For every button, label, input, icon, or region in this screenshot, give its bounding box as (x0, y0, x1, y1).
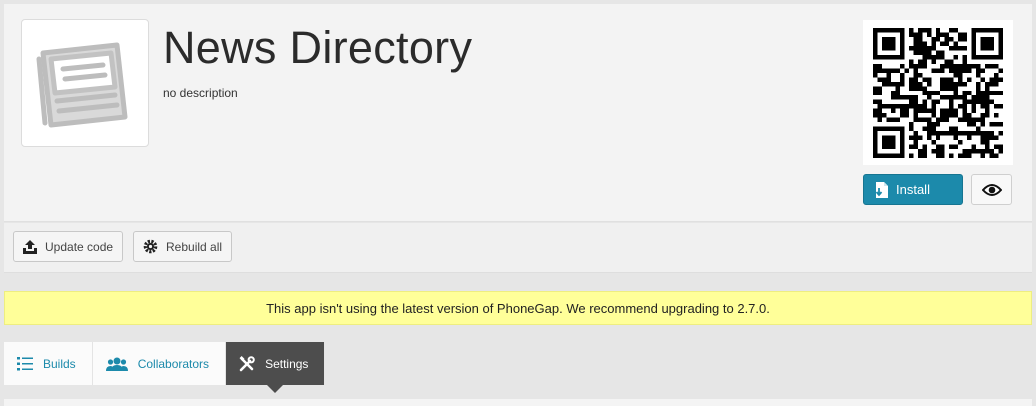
app-description: no description (163, 86, 238, 100)
update-code-label: Update code (45, 239, 114, 254)
users-icon (105, 357, 128, 371)
tab-bar: Builds Collaborators Settings (4, 342, 326, 393)
rebuild-all-button[interactable]: Rebuild all (133, 231, 233, 262)
update-code-button[interactable]: Update code (13, 231, 124, 262)
gear-icon (142, 238, 159, 255)
action-bar: Update code Rebuild all (4, 223, 1032, 273)
qr-code (863, 20, 1013, 165)
newspaper-icon (36, 42, 128, 128)
app-title: News Directory (163, 22, 473, 73)
app-header: News Directory no description Install (4, 4, 1032, 222)
tab-settings-label: Settings (265, 356, 309, 371)
settings-panel (4, 399, 1032, 406)
install-icon (868, 181, 896, 199)
upgrade-notice-text: This app isn't using the latest version … (266, 300, 770, 316)
upload-icon (22, 239, 38, 255)
tab-settings[interactable]: Settings (226, 342, 326, 393)
tab-collaborators[interactable]: Collaborators (92, 342, 227, 385)
install-button[interactable]: Install (863, 174, 963, 205)
tab-builds[interactable]: Builds (4, 342, 93, 385)
eye-icon (981, 183, 1002, 196)
tab-collaborators-label: Collaborators (137, 356, 210, 371)
app-icon (21, 19, 149, 147)
list-icon (17, 356, 33, 371)
preview-button[interactable] (971, 174, 1012, 205)
tab-builds-label: Builds (43, 356, 76, 371)
tools-icon (239, 355, 255, 372)
upgrade-notice: This app isn't using the latest version … (4, 291, 1032, 325)
qr-code-image (873, 27, 1003, 158)
install-label: Install (896, 182, 930, 197)
rebuild-all-label: Rebuild all (166, 239, 223, 254)
